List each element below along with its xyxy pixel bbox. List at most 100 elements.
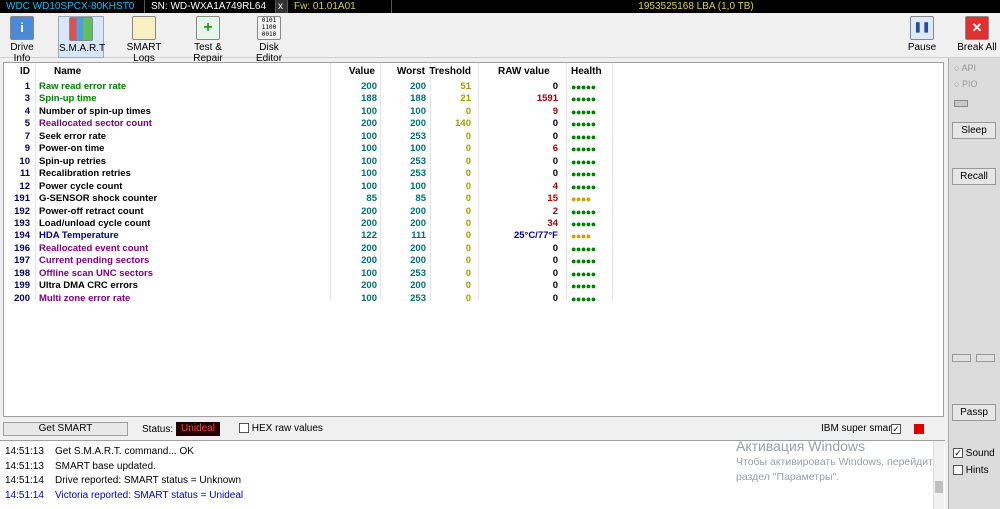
close-drive-button[interactable]: x <box>276 0 288 13</box>
table-row[interactable]: 194 HDA Temperature 122 111 0 25°C/77°F ●●●● <box>4 230 943 243</box>
cell-raw: 4 <box>552 180 558 192</box>
cell-raw: 0 <box>552 168 558 180</box>
table-row[interactable]: 5 Reallocated sector count 200 200 140 0 ●●●●● <box>4 118 943 131</box>
disk-editor-button[interactable]: 0101 1100 0010 Disk Editor <box>245 16 293 64</box>
header-id[interactable]: ID <box>4 63 30 80</box>
cell-worst: 200 <box>410 242 426 254</box>
cell-name: Power-on time <box>39 143 105 155</box>
sound-checkbox[interactable]: ✓ Sound <box>953 448 995 459</box>
table-row[interactable]: 4 Number of spin-up times 100 100 0 9 ●●●●● <box>4 106 943 119</box>
recall-button[interactable]: Recall <box>952 168 996 185</box>
header-worst[interactable]: Worst <box>379 63 425 80</box>
table-row[interactable]: 3 Spin-up time 188 188 21 1591 ●●●●● <box>4 93 943 106</box>
hex-raw-checkbox[interactable]: HEX raw values <box>239 423 323 434</box>
table-row[interactable]: 11 Recalibration retries 100 253 0 0 ●●●●● <box>4 168 943 181</box>
cell-threshold: 0 <box>465 255 471 267</box>
table-row[interactable]: 10 Spin-up retries 100 253 0 0 ●●●●● <box>4 156 943 169</box>
cell-name: Reallocated sector count <box>39 118 152 130</box>
table-row[interactable]: 191 G-SENSOR shock counter 85 85 0 15 ●●●● <box>4 193 943 206</box>
cell-name: G-SENSOR shock counter <box>39 193 158 205</box>
drive-info-label: Drive Info <box>10 42 34 64</box>
test-repair-button[interactable]: + Test & Repair <box>178 16 238 64</box>
drive-info-bar: WDC WD10SPCX-80KHST0 SN: WD-WXA1A749RL64… <box>0 0 1000 13</box>
cell-raw: 9 <box>552 105 558 117</box>
table-row[interactable]: 7 Seek error rate 100 253 0 0 ●●●●● <box>4 131 943 144</box>
sound-check-box[interactable]: ✓ <box>953 448 963 459</box>
small-button-right[interactable] <box>976 354 995 362</box>
header-health[interactable]: Health <box>571 63 602 80</box>
header-threshold[interactable]: Treshold <box>429 63 471 80</box>
cell-name: Spin-up retries <box>39 155 107 167</box>
hex-raw-check-box[interactable] <box>239 423 249 434</box>
break-all-label: Break All <box>957 42 997 53</box>
hints-checkbox[interactable]: Hints <box>953 465 989 476</box>
cell-value: 100 <box>361 105 377 117</box>
table-row[interactable]: 9 Power-on time 100 100 0 6 ●●●●● <box>4 143 943 156</box>
cell-health: ●●●●● <box>571 169 596 180</box>
cell-value: 200 <box>361 280 377 292</box>
drive-info-button[interactable]: i Drive Info <box>1 16 43 64</box>
table-row[interactable]: 193 Load/unload cycle count 200 200 0 34 ●●●●● <box>4 218 943 231</box>
smart-logs-button[interactable]: SMART Logs <box>116 16 172 64</box>
log-time: 14:51:13 <box>5 460 44 472</box>
header-raw[interactable]: RAW value <box>498 63 550 80</box>
cell-threshold: 0 <box>465 143 471 155</box>
cell-id: 12 <box>19 180 30 192</box>
table-row[interactable]: 199 Ultra DMA CRC errors 200 200 0 0 ●●●●● <box>4 280 943 293</box>
hints-label: Hints <box>965 465 989 476</box>
led-indicator <box>954 100 968 107</box>
break-all-button[interactable]: ✕ Break All <box>957 16 997 58</box>
cell-raw: 0 <box>552 255 558 267</box>
header-value[interactable]: Value <box>329 63 375 80</box>
cell-id: 1 <box>24 81 30 92</box>
cell-health: ●●●● <box>571 194 591 205</box>
cell-raw: 34 <box>547 217 558 229</box>
right-panel: ○ API ○ PIO Sleep Recall Passp ✓ Sound H… <box>948 58 1000 509</box>
pio-label: PIO <box>961 79 978 89</box>
cell-health: ●●●●● <box>571 131 596 142</box>
hints-check-box[interactable] <box>953 465 963 476</box>
pause-button[interactable]: ❚❚ Pause <box>906 16 938 58</box>
log-line: 14:51:14 Victoria reported: SMART status … <box>5 490 243 501</box>
cell-name: Raw read error rate <box>39 81 127 92</box>
cell-id: 10 <box>19 155 30 167</box>
table-row[interactable]: 197 Current pending sectors 200 200 0 0 ●●●●● <box>4 255 943 268</box>
cell-health: ●●●●● <box>571 206 596 217</box>
cell-threshold: 0 <box>465 130 471 142</box>
table-row[interactable]: 192 Power-off retract count 200 200 0 2 ●●●●● <box>4 206 943 219</box>
log-scroll-thumb[interactable] <box>935 481 943 493</box>
table-row[interactable]: 1 Raw read error rate 200 200 51 0 ●●●●● <box>4 81 943 94</box>
cell-name: Load/unload cycle count <box>39 217 151 229</box>
get-smart-button[interactable]: Get SMART <box>3 422 128 436</box>
table-row[interactable]: 12 Power cycle count 100 100 0 4 ●●●●● <box>4 181 943 194</box>
cell-worst: 188 <box>410 93 426 105</box>
drive-model[interactable]: WDC WD10SPCX-80KHST0 <box>0 0 145 13</box>
passp-button[interactable]: Passp <box>952 404 996 421</box>
smart-button[interactable]: S.M.A.R.T <box>58 16 105 58</box>
cell-value: 122 <box>361 230 377 242</box>
log-scrollbar[interactable] <box>933 441 944 509</box>
cell-worst: 100 <box>410 105 426 117</box>
cell-threshold: 0 <box>465 217 471 229</box>
log-message: Drive reported: SMART status = Unknown <box>55 475 242 486</box>
api-radio[interactable]: ○ API <box>954 63 976 73</box>
cell-id: 192 <box>14 205 30 217</box>
table-row[interactable]: 196 Reallocated event count 200 200 0 0 ●●●●● <box>4 243 943 256</box>
cell-name: Ultra DMA CRC errors <box>39 280 138 292</box>
sleep-button[interactable]: Sleep <box>952 122 996 139</box>
cell-value: 200 <box>361 205 377 217</box>
smart-table[interactable]: ID Name Value Worst Treshold RAW value H… <box>3 62 944 417</box>
table-row[interactable]: 198 Offline scan UNC sectors 100 253 0 0 ●●●●● <box>4 268 943 281</box>
table-row[interactable]: 200 Multi zone error rate 100 253 0 0 ●●●●● <box>4 293 943 306</box>
smart-logs-label: SMART Logs <box>126 42 162 64</box>
log-panel[interactable]: 14:51:13 Get S.M.A.R.T. command... OK 14:5… <box>0 438 945 509</box>
cell-health: ●●●●● <box>571 243 596 254</box>
small-button-left[interactable] <box>952 354 971 362</box>
api-label: API <box>961 63 976 73</box>
cell-name: Reallocated event count <box>39 242 149 254</box>
cell-value: 200 <box>361 255 377 267</box>
test-repair-icon: + <box>196 16 220 40</box>
pio-radio[interactable]: ○ PIO <box>954 79 977 89</box>
header-name[interactable]: Name <box>54 63 81 80</box>
ibm-super-smart-checkbox[interactable]: ✓ <box>891 424 901 434</box>
